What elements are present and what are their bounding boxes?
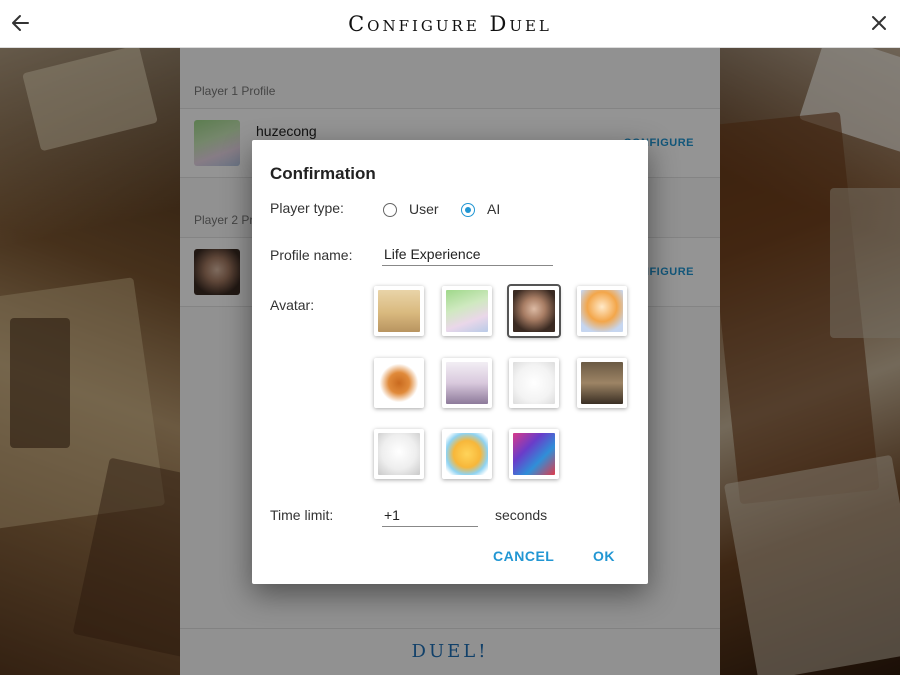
anime-white-hair-avatar xyxy=(446,362,488,404)
avatar-option[interactable] xyxy=(577,358,627,408)
confirmation-dialog: Confirmation Player type: User AI Profil… xyxy=(252,140,648,584)
profile-name-input[interactable] xyxy=(382,246,553,266)
avatar-label: Avatar: xyxy=(270,297,315,313)
radio-user-label[interactable]: User xyxy=(409,201,439,217)
profile-name-label: Profile name: xyxy=(270,247,353,263)
avatar-option[interactable] xyxy=(509,286,559,336)
close-icon[interactable] xyxy=(866,10,892,36)
dialog-title: Confirmation xyxy=(270,164,376,183)
app-bar: Configure Duel xyxy=(0,0,900,48)
avatar-option[interactable] xyxy=(374,429,424,479)
avatar-option[interactable] xyxy=(442,429,492,479)
time-limit-label: Time limit: xyxy=(270,507,334,523)
player-type-label: Player type: xyxy=(270,200,344,216)
avatar-option[interactable] xyxy=(577,286,627,336)
avatar-option[interactable] xyxy=(442,358,492,408)
time-limit-unit: seconds xyxy=(495,507,548,523)
pixel-monkey-avatar xyxy=(378,362,420,404)
time-limit-input[interactable] xyxy=(382,507,478,527)
radio-ai-label[interactable]: AI xyxy=(487,201,500,217)
page-title: Configure Duel xyxy=(348,12,552,36)
radio-ai[interactable] xyxy=(461,203,475,217)
cancel-button[interactable]: CANCEL xyxy=(493,548,554,564)
crying-laughing-avatar xyxy=(446,433,488,475)
avatar-option[interactable] xyxy=(509,429,559,479)
anime-orange-hair-avatar xyxy=(581,290,623,332)
radio-user[interactable] xyxy=(383,203,397,217)
avatar-option[interactable] xyxy=(509,358,559,408)
avatar-option[interactable] xyxy=(442,286,492,336)
doodle-rabbit-avatar xyxy=(513,362,555,404)
avatar-option[interactable] xyxy=(374,286,424,336)
avatar-option[interactable] xyxy=(374,358,424,408)
you-say-it-meme-avatar xyxy=(581,362,623,404)
rage-face-avatar xyxy=(378,433,420,475)
collage-avatar xyxy=(513,433,555,475)
ok-button[interactable]: OK xyxy=(593,548,615,564)
go-board-avatar xyxy=(378,290,420,332)
man-glasses-avatar xyxy=(513,290,555,332)
anime-green-hair-avatar xyxy=(446,290,488,332)
